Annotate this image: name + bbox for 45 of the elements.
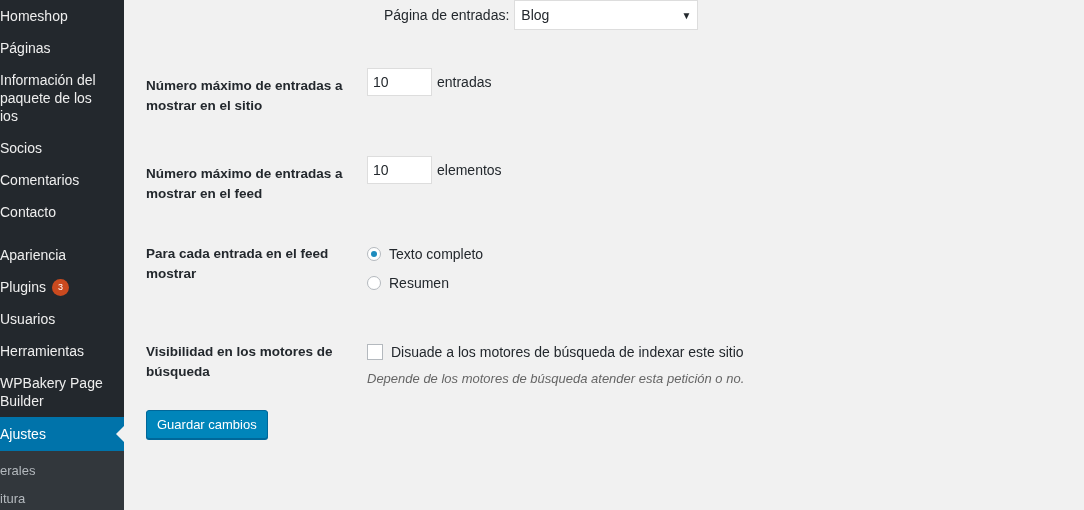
sidebar-item[interactable]: Usuarios — [0, 303, 112, 335]
setting-label: Número máximo de entradas a mostrar en el feed — [146, 165, 344, 203]
option-label: Disuade a los motores de búsqueda de indexar este sitio — [391, 344, 744, 360]
sidebar-item[interactable]: Apariencia — [0, 239, 112, 271]
menu-label: Homeshop — [0, 7, 68, 25]
save-button[interactable]: Guardar cambios — [146, 410, 268, 439]
menu-label: Plugins — [0, 278, 46, 296]
radio-button[interactable] — [367, 247, 381, 261]
unit-label: entradas — [437, 74, 492, 90]
sidebar-item[interactable]: Páginas — [0, 32, 112, 64]
sidebar-item[interactable]: Herramientas — [0, 335, 112, 367]
submenu-item[interactable]: itura — [0, 485, 124, 510]
description-text: Depende de los motores de búsqueda atender esta petición o no. — [367, 371, 745, 386]
unit-label: elementos — [437, 162, 502, 178]
menu-label: Apariencia — [0, 246, 67, 264]
menu-label: Páginas — [0, 39, 51, 57]
sidebar-item[interactable]: Homeshop — [0, 0, 112, 32]
setting-label: Visibilidad en los motores de búsqueda — [146, 343, 334, 381]
submenu-item[interactable]: erales — [0, 457, 124, 485]
option-label: Resumen — [389, 275, 449, 291]
sidebar-item[interactable]: Ajustes — [0, 417, 124, 451]
number-field[interactable]: 10 — [367, 156, 432, 184]
menu-label: Socios — [0, 139, 43, 157]
menu-label: Herramientas — [0, 342, 85, 360]
menu-label: WPBakery Page Builder — [0, 374, 104, 410]
menu-label: Información del paquete de los ios — [0, 71, 97, 125]
menu-label: Comentarios — [0, 171, 80, 189]
menu-label: Contacto — [0, 203, 57, 221]
menu-label: Usuarios — [0, 310, 56, 328]
setting-label: Número máximo de entradas a mostrar en el sitio — [146, 77, 344, 115]
count-badge: 3 — [51, 278, 69, 296]
sidebar-item[interactable]: Contacto — [0, 196, 112, 228]
posts-page-select[interactable]: Blog ▼ — [514, 0, 699, 30]
sidebar-item[interactable]: Información del paquete de los ios — [0, 64, 112, 132]
option-label: Texto completo — [389, 246, 484, 262]
sidebar-item[interactable]: Plugins 3 — [0, 271, 112, 303]
menu-label: Ajustes — [0, 425, 46, 443]
checkbox[interactable] — [367, 344, 383, 360]
sidebar-item[interactable]: Comentarios — [0, 164, 112, 196]
number-field[interactable]: 10 — [367, 68, 432, 96]
radio-button[interactable] — [367, 276, 381, 290]
sidebar-item[interactable]: WPBakery Page Builder — [0, 367, 112, 417]
setting-label: Para cada entrada en el feed mostrar — [146, 245, 330, 283]
field-label: Página de entradas: — [384, 7, 510, 23]
sidebar-item[interactable]: Socios — [0, 132, 112, 164]
